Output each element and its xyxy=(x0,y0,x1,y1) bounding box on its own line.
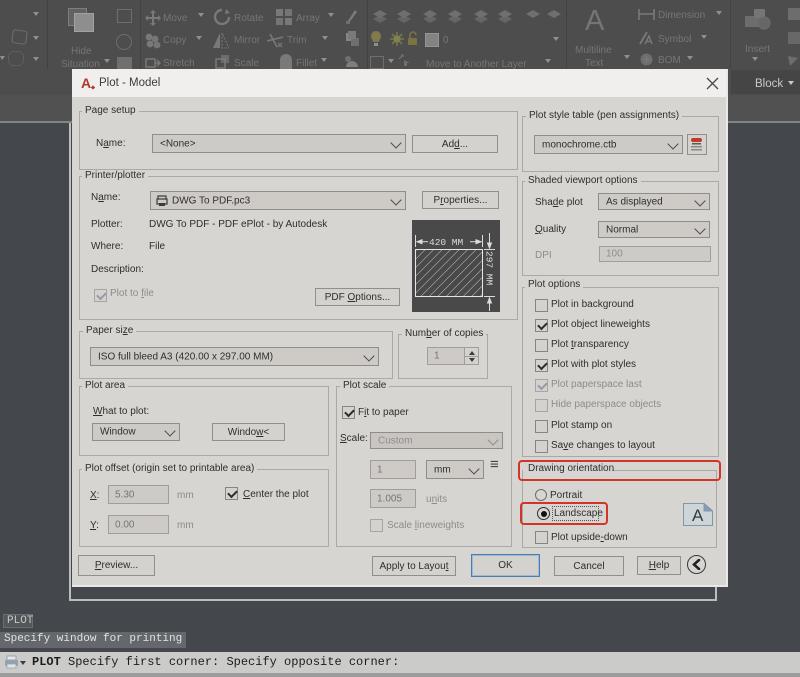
svg-text:420 MM: 420 MM xyxy=(429,237,464,248)
svg-text:A: A xyxy=(81,76,91,91)
svg-text:A: A xyxy=(692,506,704,525)
svg-text:297 MM: 297 MM xyxy=(484,251,495,286)
